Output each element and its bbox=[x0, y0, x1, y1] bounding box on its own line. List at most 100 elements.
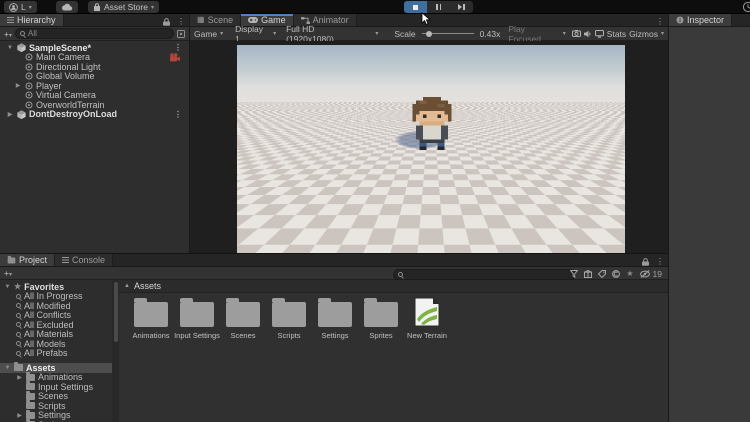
favorites-item-label: All Models bbox=[24, 339, 66, 349]
add-gameobject-button[interactable]: +▾ bbox=[4, 29, 12, 39]
favorites-item[interactable]: All Materials bbox=[0, 330, 112, 340]
tab-hierarchy[interactable]: Hierarchy bbox=[0, 14, 64, 26]
hidden-items-toggle[interactable]: 19 bbox=[640, 269, 662, 279]
hierarchy-search[interactable] bbox=[15, 28, 174, 39]
kebab-menu-icon[interactable]: ⋮ bbox=[652, 257, 668, 266]
assets-breadcrumb[interactable]: ▲ Assets bbox=[119, 280, 668, 293]
gameobject-icon bbox=[25, 72, 33, 80]
capture-icon[interactable] bbox=[572, 30, 581, 37]
kebab-menu-icon[interactable]: ⋮ bbox=[652, 17, 668, 26]
vsync-monitor-icon[interactable] bbox=[595, 30, 604, 38]
assets-tree-item[interactable]: ▶ Animations bbox=[0, 373, 112, 383]
asset-folder-item[interactable]: Scenes bbox=[221, 297, 265, 340]
play-controls bbox=[404, 1, 473, 13]
favorites-item-label: All Materials bbox=[24, 329, 73, 339]
chevron-collapsed-icon[interactable]: ▶ bbox=[6, 111, 14, 118]
add-asset-button[interactable]: +▾ bbox=[4, 268, 12, 278]
hierarchy-item[interactable]: ▶ OverworldTerrain bbox=[0, 100, 189, 110]
favorites-star-icon[interactable]: ★ bbox=[626, 270, 633, 278]
asset-folder-item[interactable]: Scripts bbox=[267, 297, 311, 340]
label-tag-icon[interactable] bbox=[598, 270, 606, 278]
assets-root-row[interactable]: ▼ Assets bbox=[0, 363, 112, 373]
history-icon[interactable] bbox=[742, 1, 750, 13]
asset-folder-item[interactable]: Input Settings bbox=[175, 297, 219, 340]
favorites-item[interactable]: All Conflicts bbox=[0, 311, 112, 321]
chevron-collapsed-icon[interactable]: ▶ bbox=[16, 412, 23, 419]
hierarchy-search-input[interactable] bbox=[28, 29, 169, 38]
scene-row[interactable]: ▼ SampleScene* ⋮ bbox=[0, 43, 189, 53]
unity-scene-icon bbox=[17, 110, 26, 119]
tree-scrollbar[interactable] bbox=[112, 280, 119, 422]
gizmos-dropdown[interactable]: Gizmos▾ bbox=[629, 29, 664, 39]
kebab-menu-icon[interactable]: ⋮ bbox=[173, 17, 189, 26]
hierarchy-item[interactable]: ▶ Global Volume bbox=[0, 72, 189, 82]
scene-children: ▶ Main Camera ▶ Directional L bbox=[0, 53, 189, 110]
camera-preview-icon[interactable] bbox=[169, 53, 180, 62]
hierarchy-item[interactable]: ▶ Main Camera bbox=[0, 53, 189, 63]
game-mode-dropdown[interactable]: Game▾ bbox=[194, 29, 223, 39]
asset-folder-item[interactable]: Settings bbox=[313, 297, 357, 340]
cloud-button[interactable] bbox=[56, 1, 78, 13]
assets-tree-item[interactable]: ▶ Input Settings bbox=[0, 382, 112, 392]
package-icon[interactable] bbox=[584, 270, 592, 278]
favorites-item[interactable]: All Models bbox=[0, 339, 112, 349]
asset-store-button[interactable]: Asset Store ▾ bbox=[88, 1, 159, 13]
account-button[interactable]: L ▾ bbox=[4, 1, 37, 13]
scale-slider-knob[interactable] bbox=[426, 31, 432, 37]
tab-scene[interactable]: ▦ Scene bbox=[190, 14, 241, 26]
hierarchy-item[interactable]: ▶ Directional Light bbox=[0, 62, 189, 72]
search-icon bbox=[16, 313, 21, 318]
kebab-menu-icon[interactable]: ⋮ bbox=[170, 43, 186, 52]
collapse-icon[interactable]: ▲ bbox=[124, 283, 130, 289]
hierarchy-icon bbox=[7, 17, 14, 23]
lock-icon[interactable] bbox=[639, 258, 652, 266]
dontdestroy-row[interactable]: ▶ DontDestroyOnLoad ⋮ bbox=[0, 110, 189, 120]
project-search-input[interactable] bbox=[406, 270, 571, 279]
chevron-expanded-icon[interactable]: ▼ bbox=[4, 365, 11, 371]
hierarchy-item[interactable]: ▶ Virtual Camera bbox=[0, 91, 189, 101]
gameobject-icon bbox=[25, 63, 33, 71]
hierarchy-item[interactable]: ▶ Player bbox=[0, 81, 189, 91]
eye-slash-icon bbox=[640, 270, 651, 278]
favorites-header[interactable]: ▼ ★ Favorites bbox=[0, 282, 112, 292]
scale-slider[interactable] bbox=[422, 33, 474, 34]
chevron-expanded-icon[interactable]: ▼ bbox=[6, 45, 14, 51]
tab-project[interactable]: Project bbox=[0, 254, 55, 266]
info-icon bbox=[676, 16, 684, 24]
assets-tree-item[interactable]: ▶ Scenes bbox=[0, 392, 112, 402]
project-tree: ▼ ★ Favorites All In Progress All Modifi… bbox=[0, 280, 112, 422]
assets-tree-item[interactable]: ▶ Scripts bbox=[0, 401, 112, 411]
packages-visibility-icon[interactable] bbox=[612, 270, 620, 278]
tab-inspector[interactable]: Inspector bbox=[669, 14, 732, 26]
mute-audio-icon[interactable] bbox=[584, 30, 592, 38]
tab-console[interactable]: Console bbox=[55, 254, 113, 266]
chevron-collapsed-icon[interactable]: ▶ bbox=[16, 374, 23, 381]
asset-terrain-item[interactable]: New Terrain bbox=[405, 297, 449, 340]
search-icon bbox=[16, 303, 21, 308]
folder-icon bbox=[26, 374, 35, 381]
chevron-expanded-icon[interactable]: ▼ bbox=[4, 284, 11, 290]
chevron-down-icon: ▾ bbox=[151, 4, 154, 11]
kebab-menu-icon[interactable]: ⋮ bbox=[170, 110, 186, 119]
folder-grid: Animations Input Settings Scenes bbox=[129, 297, 403, 340]
lock-icon[interactable] bbox=[160, 18, 173, 26]
stats-button[interactable]: Stats bbox=[607, 29, 626, 39]
star-icon: ★ bbox=[14, 283, 21, 291]
favorites-item[interactable]: All Excluded bbox=[0, 320, 112, 330]
search-by-type-icon[interactable] bbox=[570, 270, 578, 278]
unity-scene-icon bbox=[17, 43, 26, 52]
favorites-item[interactable]: All Modified bbox=[0, 301, 112, 311]
game-viewport[interactable] bbox=[190, 41, 668, 253]
asset-folder-item[interactable]: Animations bbox=[129, 297, 173, 340]
scale-value: 0.43x bbox=[480, 29, 501, 39]
favorites-item[interactable]: All Prefabs bbox=[0, 349, 112, 359]
assets-tree-item[interactable]: ▶ Settings bbox=[0, 411, 112, 421]
asset-folder-item[interactable]: Sprites bbox=[359, 297, 403, 340]
search-filter-icon[interactable] bbox=[177, 30, 185, 38]
hierarchy-item-label: Main Camera bbox=[36, 52, 90, 62]
step-button[interactable] bbox=[450, 1, 473, 13]
project-search[interactable] bbox=[393, 269, 576, 280]
chevron-collapsed-icon[interactable]: ▶ bbox=[14, 82, 22, 89]
favorites-item[interactable]: All In Progress bbox=[0, 292, 112, 302]
folder-icon bbox=[226, 302, 260, 327]
